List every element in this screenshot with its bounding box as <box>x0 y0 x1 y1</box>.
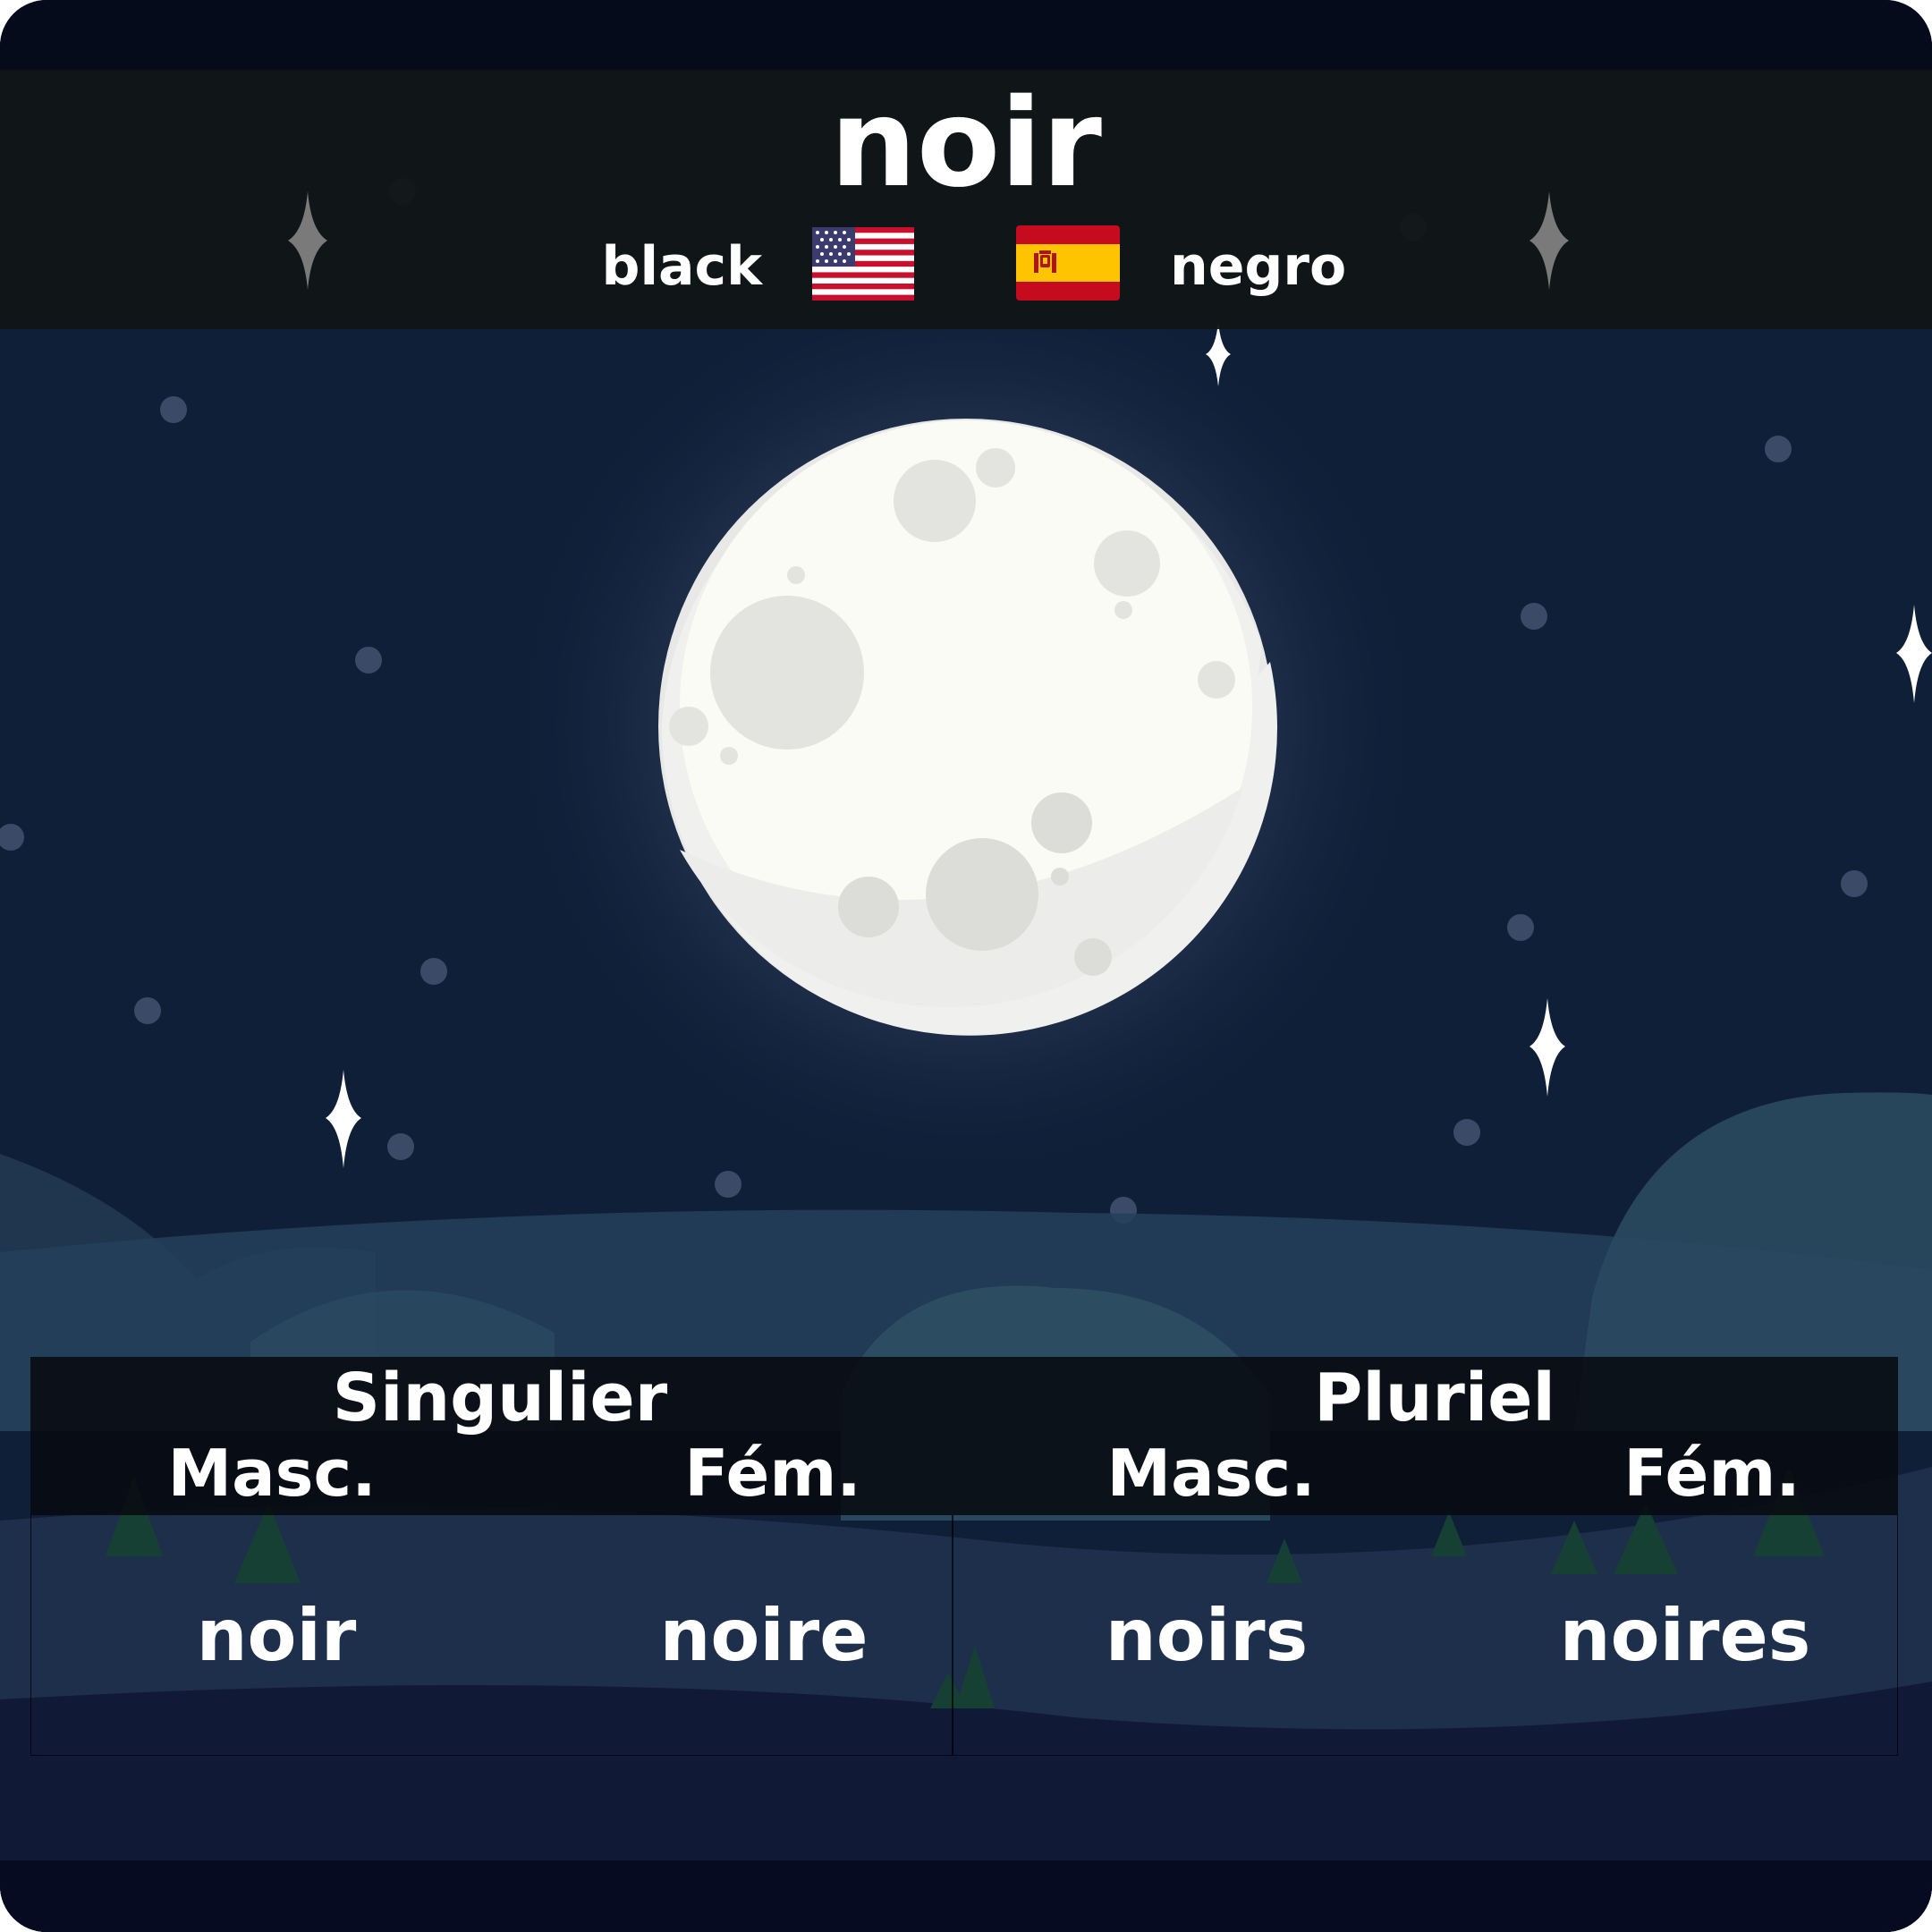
moon-icon <box>658 419 1277 1036</box>
form-plural-fem: noires <box>1559 1594 1811 1677</box>
form-singular-fem: noire <box>659 1594 869 1677</box>
english-translation: black <box>601 235 762 298</box>
flashcard: noir black negro Singulier Pluriel Masc.… <box>0 0 1932 1932</box>
group-singular-header: Singulier <box>332 1360 668 1436</box>
subheader-plural-fem: Fém. <box>1623 1436 1801 1511</box>
subheader-singular-masc: Masc. <box>167 1436 377 1511</box>
subheader-plural-masc: Masc. <box>1106 1436 1316 1511</box>
form-singular-masc: noir <box>196 1594 357 1677</box>
declension-table: Singulier Pluriel Masc. Fém. Masc. Fém. … <box>30 1357 1898 1756</box>
us-flag-icon <box>812 227 914 301</box>
headword: noir <box>830 73 1102 215</box>
spain-flag-icon <box>1016 225 1120 301</box>
spanish-translation: negro <box>1170 235 1347 298</box>
group-plural-header: Pluriel <box>1314 1360 1555 1436</box>
form-plural-masc: noirs <box>1105 1594 1309 1677</box>
word-header: noir black negro <box>0 70 1932 329</box>
subheader-singular-fem: Fém. <box>684 1436 861 1511</box>
